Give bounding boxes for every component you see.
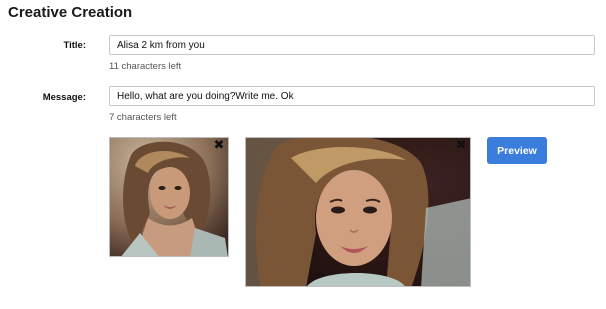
- message-label: Message:: [42, 92, 86, 103]
- message-input[interactable]: [109, 86, 595, 106]
- message-char-count: 7 characters left: [109, 112, 177, 123]
- remove-image-icon[interactable]: ✖: [213, 138, 225, 151]
- remove-image-icon[interactable]: ✖: [455, 138, 467, 151]
- preview-button[interactable]: Preview: [487, 137, 547, 164]
- title-input[interactable]: [109, 35, 595, 55]
- title-char-count: 11 characters left: [109, 61, 182, 72]
- page-title: Creative Creation: [8, 4, 133, 21]
- image-thumbnail-small: ✖: [109, 137, 229, 257]
- portrait-image-large: [246, 138, 470, 286]
- image-thumbnail-large: ✖: [245, 137, 471, 287]
- portrait-image-small: [110, 138, 228, 256]
- title-label: Title:: [63, 40, 86, 51]
